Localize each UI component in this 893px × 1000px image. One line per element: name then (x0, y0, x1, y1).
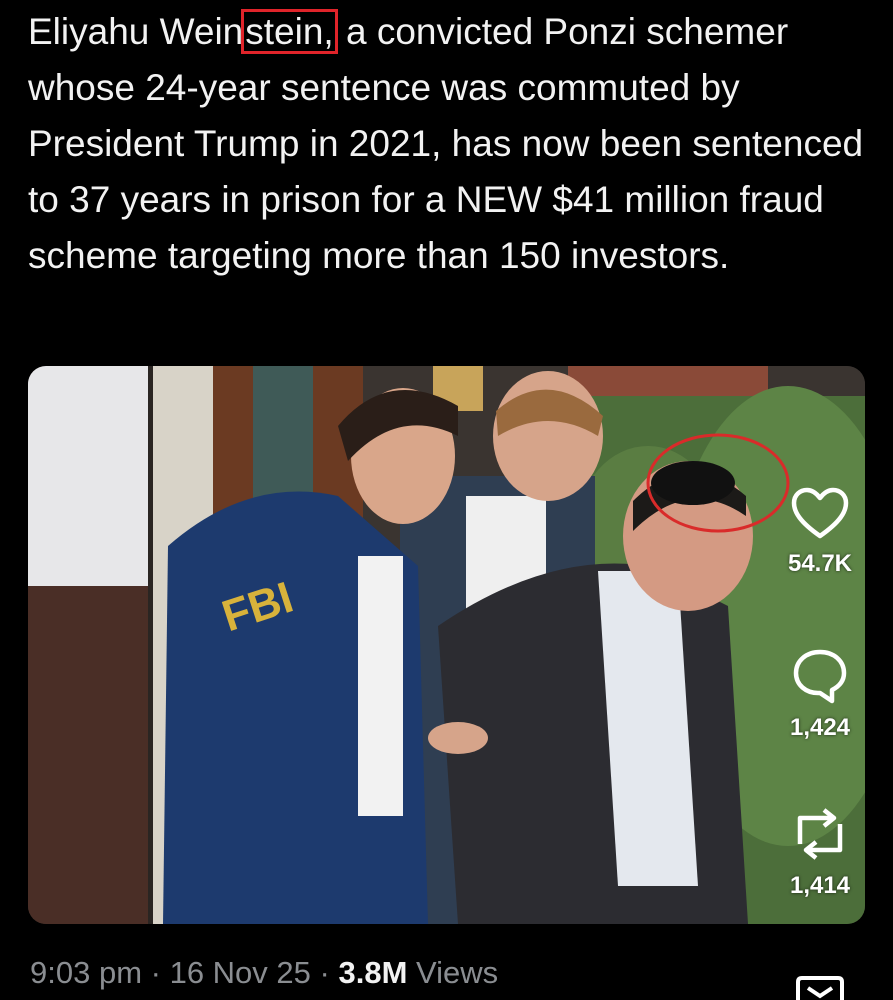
repost-action[interactable]: 1,414 (775, 804, 865, 900)
arrest-photo: FBI (28, 366, 865, 924)
tweet: Eliyahu Weinstein, a convicted Ponzi sch… (0, 0, 893, 1000)
like-count: 54.7K (787, 550, 853, 577)
bookmark-icon[interactable] (792, 976, 848, 1000)
reply-action[interactable]: 1,424 (775, 646, 865, 742)
tweet-text: Eliyahu Weinstein, a convicted Ponzi sch… (28, 4, 878, 284)
highlighted-word: stein, (241, 9, 338, 54)
tweet-time: 9:03 pm (30, 955, 143, 990)
repost-count: 1,414 (789, 872, 851, 899)
reply-count: 1,424 (789, 714, 851, 741)
heart-icon[interactable] (775, 486, 865, 542)
tweet-text-before: Eliyahu Wein (28, 11, 244, 52)
like-action[interactable]: 54.7K (775, 486, 865, 578)
tweet-photo[interactable]: FBI (28, 366, 865, 924)
tweet-meta: 9:03 pm · 16 Nov 25 · 3.8M Views (30, 955, 498, 991)
tweet-date: 16 Nov 25 (169, 955, 311, 990)
reply-icon[interactable] (775, 646, 865, 706)
views-count: 3.8M (338, 955, 408, 990)
meta-separator: · (142, 955, 170, 990)
repost-icon[interactable] (775, 804, 865, 864)
meta-separator: · (310, 955, 339, 990)
views-label: Views (407, 955, 499, 990)
